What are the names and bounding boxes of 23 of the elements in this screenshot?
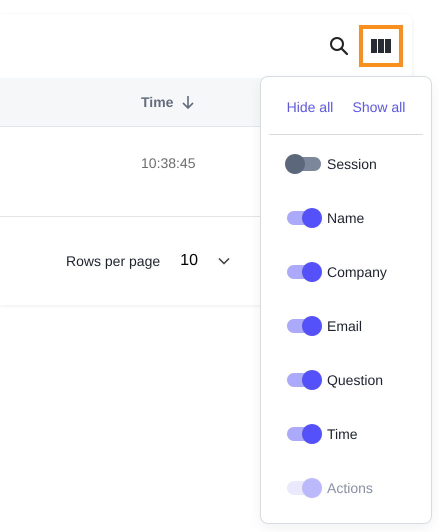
toggle-switch[interactable] xyxy=(285,208,322,228)
toggle-label: Name xyxy=(327,208,364,228)
rows-per-page-select[interactable]: 10 xyxy=(180,249,230,273)
columns-button[interactable] xyxy=(359,25,403,67)
toggle-switch[interactable] xyxy=(285,370,322,390)
toggle-label: Company xyxy=(327,262,387,282)
search-icon[interactable] xyxy=(329,36,349,56)
rows-per-page-label: Rows per page xyxy=(66,252,160,271)
column-header[interactable]: Time xyxy=(141,92,174,112)
columns-icon xyxy=(371,39,391,53)
toggle-switch[interactable] xyxy=(285,316,322,336)
show-all-link[interactable]: Show all xyxy=(352,97,406,118)
toggle-switch[interactable] xyxy=(285,262,322,282)
hide-all-link[interactable]: Hide all xyxy=(286,97,334,118)
chevron-down-icon xyxy=(218,257,230,265)
toggle-label: Question xyxy=(327,370,384,390)
toggle-label: Session xyxy=(327,154,377,174)
toggle-label: Time xyxy=(327,424,358,444)
toggle-switch[interactable] xyxy=(285,424,322,444)
toggle-label: Email xyxy=(327,316,362,336)
table-cell-text: 10:38:45 xyxy=(141,154,196,172)
toggle-label: Actions xyxy=(327,478,373,498)
toggle-switch[interactable] xyxy=(285,154,322,174)
